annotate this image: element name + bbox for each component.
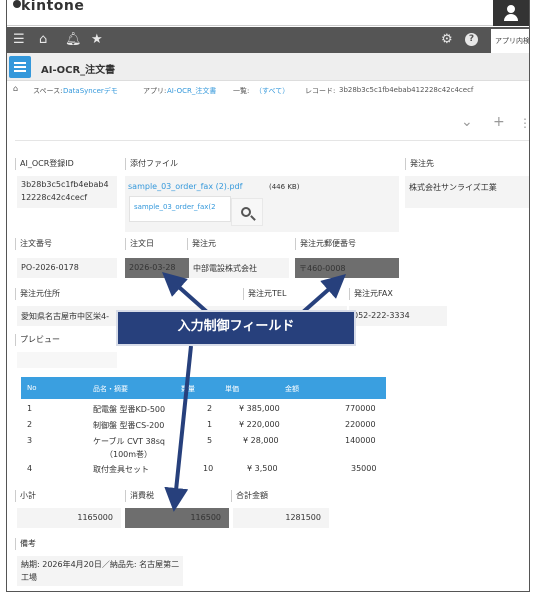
arrow-to-postal-code: [301, 274, 346, 314]
arrow-to-tax: [164, 345, 193, 512]
browser-frame: kintone ☰ ⌂ 🔔︎ ★ ⚙ ? アプリ内検 AI-OCR_注文書 ⌂ …: [6, 0, 530, 592]
annotation-arrows: [162, 272, 346, 512]
input-control-field-callout: 入力制御フィールド: [116, 310, 356, 346]
arrow-to-order-date: [162, 272, 209, 314]
